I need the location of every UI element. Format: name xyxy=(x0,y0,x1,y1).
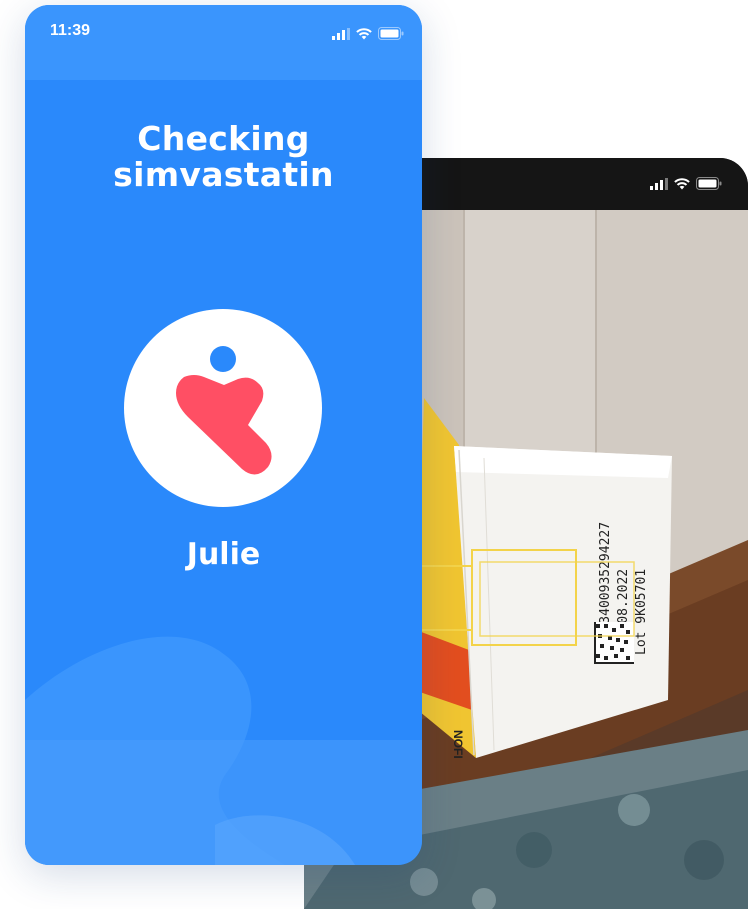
box-brand-text: NOFI xyxy=(451,730,465,759)
page-title: Checking simvastatin xyxy=(25,121,422,193)
cellular-signal-icon xyxy=(650,177,668,190)
battery-icon xyxy=(378,27,404,40)
status-time: 11:39 xyxy=(50,22,91,39)
svg-text:NOFI: NOFI xyxy=(451,730,465,759)
app-showcase: CIP 3400935294227 EXP 08.2022 Lot 9K0570… xyxy=(0,0,748,909)
cellular-signal-icon xyxy=(332,27,350,40)
title-line-2: simvastatin xyxy=(113,155,334,194)
status-bar: 11:39 xyxy=(25,5,422,80)
avatar xyxy=(124,309,322,507)
status-icons xyxy=(332,27,404,40)
status-icons xyxy=(650,177,722,190)
datamatrix-code xyxy=(594,622,634,664)
background-waves xyxy=(25,636,422,865)
wifi-icon xyxy=(674,177,690,189)
checking-phone: 11:39 Checking simvastatin Julie xyxy=(25,5,422,865)
title-line-1: Checking xyxy=(137,119,310,158)
battery-icon xyxy=(696,177,722,190)
user-name: Julie xyxy=(186,537,261,572)
heart-logo-icon xyxy=(176,346,272,475)
svg-text:Lot 9K05701: Lot 9K05701 xyxy=(634,569,649,655)
wifi-icon xyxy=(356,27,372,39)
